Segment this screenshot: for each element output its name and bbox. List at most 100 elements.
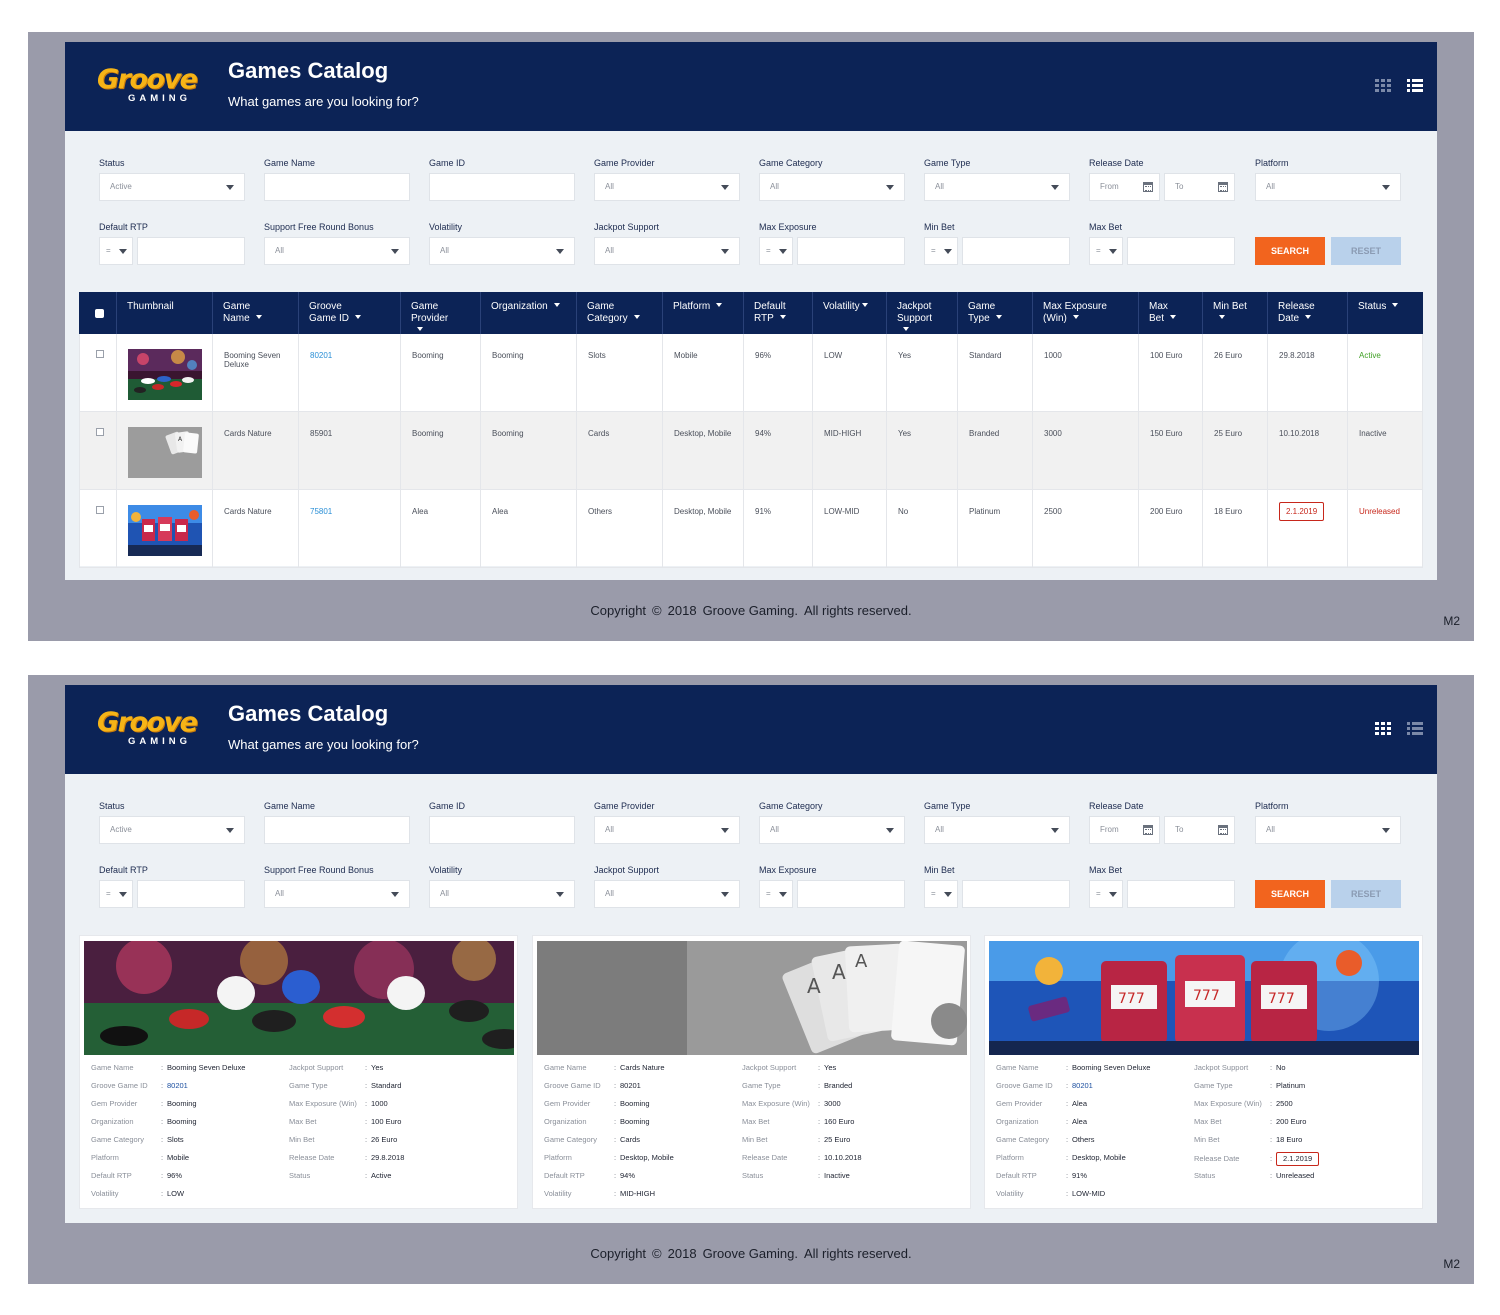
max-exposure-operator[interactable]: = [759,237,793,265]
col-max-bet[interactable]: Max Bet [1139,292,1203,334]
platform-select[interactable]: All [1255,173,1401,201]
min-bet-operator[interactable]: = [924,237,958,265]
min-bet-input[interactable] [962,237,1070,265]
list-view-icon[interactable] [1407,79,1423,93]
row-checkbox[interactable] [96,428,104,436]
release-date-to[interactable]: To [1164,816,1235,844]
release-date-from[interactable]: From [1089,816,1160,844]
col-jackpot[interactable]: Jackpot Support [887,292,958,334]
default-rtp-operator[interactable]: = [99,880,133,908]
groove-gaming-logo[interactable]: Groove GAMING [97,709,201,749]
game-name-input[interactable] [264,816,410,844]
release-date-label: Release Date [1089,158,1144,168]
col-max-exposure[interactable]: Max Exposure (Win) [1033,292,1139,334]
jackpot-support-select[interactable]: All [594,880,740,908]
max-bet-operator[interactable]: = [1089,237,1123,265]
cell-category: Cards [577,412,663,489]
status-select[interactable]: Active [99,173,245,201]
max-bet-input[interactable] [1127,880,1235,908]
col-release-date[interactable]: Release Date [1268,292,1348,334]
reset-button[interactable]: RESET [1331,880,1401,908]
status-badge: Unreleased [1276,1171,1315,1180]
game-card[interactable]: AAA Game Name: Cards Nature Groove Game I… [532,935,971,1209]
cell-category: Slots [577,334,663,411]
default-rtp-input[interactable] [137,880,245,908]
max-bet-operator[interactable]: = [1089,880,1123,908]
jackpot-support-select[interactable]: All [594,237,740,265]
game-provider-select[interactable]: All [594,173,740,201]
table-row[interactable]: A Cards Nature 85901 Booming Booming Car… [79,412,1423,490]
cell-category: Others [577,490,663,567]
max-exposure-label: Max Exposure [759,222,817,232]
table-row[interactable]: Booming Seven Deluxe 80201 Booming Boomi… [79,334,1423,412]
col-platform[interactable]: Platform [663,292,744,334]
free-round-select[interactable]: All [264,237,410,265]
search-button[interactable]: SEARCH [1255,880,1325,908]
game-id-input[interactable] [429,816,575,844]
game-card[interactable]: 777 777 777 Game Name: Booming Seven Deluxe… [984,935,1423,1209]
release-date-from[interactable]: From [1089,173,1160,201]
col-min-bet[interactable]: Min Bet [1203,292,1268,334]
game-card[interactable]: Game Name: Booming Seven Deluxe Groove Ga… [79,935,518,1209]
release-date-to[interactable]: To [1164,173,1235,201]
game-thumbnail[interactable] [128,349,202,400]
page-subtitle: What games are you looking for? [228,94,419,109]
groove-gaming-logo[interactable]: Groove GAMING [97,66,201,106]
cell-groove-id-link[interactable]: 75801 [299,490,401,567]
reset-button[interactable]: RESET [1331,237,1401,265]
game-category-select[interactable]: All [759,816,905,844]
col-provider[interactable]: Game Provider [401,292,481,334]
max-bet-input[interactable] [1127,237,1235,265]
search-button[interactable]: SEARCH [1255,237,1325,265]
grid-view-icon[interactable] [1375,722,1391,736]
game-id-input[interactable] [429,173,575,201]
col-game-name[interactable]: Game Name [213,292,299,334]
max-exposure-input[interactable] [797,880,905,908]
chevron-down-icon [944,249,952,254]
default-rtp-operator[interactable]: = [99,237,133,265]
col-volatility[interactable]: Volatility [813,292,887,334]
game-type-select[interactable]: All [924,816,1070,844]
chevron-down-icon [391,249,399,254]
free-round-select[interactable]: All [264,880,410,908]
volatility-select[interactable]: All [429,880,575,908]
game-name-input[interactable] [264,173,410,201]
chevron-down-icon [1109,249,1117,254]
col-rtp[interactable]: Default RTP [744,292,813,334]
row-checkbox[interactable] [96,506,104,514]
game-provider-select[interactable]: All [594,816,740,844]
col-category[interactable]: Game Category [577,292,663,334]
cell-groove-id-link[interactable]: 80201 [299,334,401,411]
screen-marker: M2 [1443,1257,1460,1271]
row-checkbox[interactable] [96,350,104,358]
volatility-select[interactable]: All [429,237,575,265]
max-exposure-operator[interactable]: = [759,880,793,908]
chevron-down-icon [556,249,564,254]
col-groove-id[interactable]: Groove Game ID [299,292,401,334]
col-status[interactable]: Status [1348,292,1423,334]
game-category-select[interactable]: All [759,173,905,201]
calendar-icon [1218,182,1228,192]
cell-status: Unreleased [1348,490,1423,567]
cell-jackpot: No [887,490,958,567]
game-thumbnail[interactable] [128,505,202,556]
game-thumbnail[interactable]: A [128,427,202,478]
min-bet-input[interactable] [962,880,1070,908]
platform-select[interactable]: All [1255,816,1401,844]
select-all-checkbox[interactable] [95,309,104,318]
cell-provider: Alea [401,490,481,567]
free-round-label: Support Free Round Bonus [264,865,374,875]
col-organization[interactable]: Organization [481,292,577,334]
status-select[interactable]: Active [99,816,245,844]
game-type-select[interactable]: All [924,173,1070,201]
grid-view-icon[interactable] [1375,79,1391,93]
col-type[interactable]: Game Type [958,292,1033,334]
min-bet-operator[interactable]: = [924,880,958,908]
groove-id-link[interactable]: 80201 [1072,1080,1093,1092]
list-view-icon[interactable] [1407,722,1423,736]
chevron-down-icon [1051,185,1059,190]
default-rtp-input[interactable] [137,237,245,265]
max-exposure-input[interactable] [797,237,905,265]
table-row[interactable]: Cards Nature 75801 Alea Alea Others Desk… [79,490,1423,568]
groove-id-link[interactable]: 80201 [167,1080,188,1092]
